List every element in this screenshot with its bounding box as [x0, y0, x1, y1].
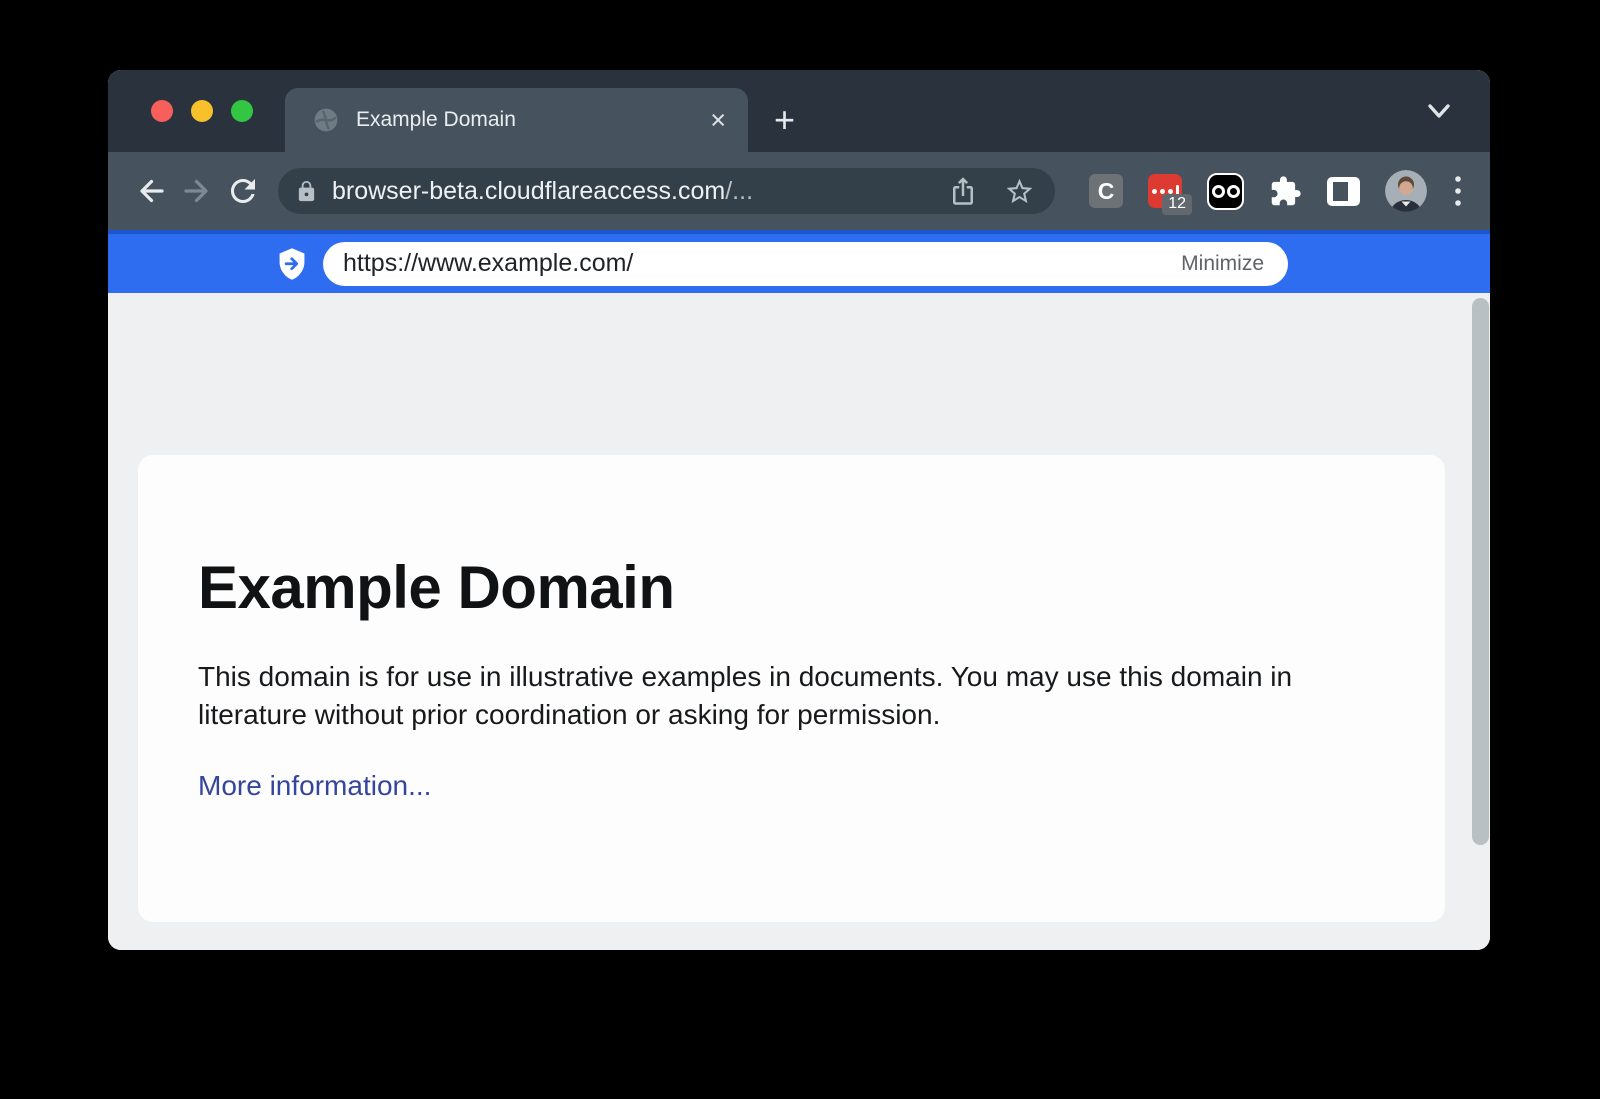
bookmark-star-icon[interactable]: [1004, 176, 1035, 207]
close-window-button[interactable]: [151, 100, 173, 122]
url-text: browser-beta.cloudflareaccess.com/...: [332, 177, 753, 206]
extension-two-circles-icon[interactable]: [1207, 173, 1244, 210]
side-panel-icon[interactable]: [1327, 177, 1360, 206]
browser-window: Example Domain × +: [108, 70, 1490, 950]
remote-isolation-bar: https://www.example.com/ Minimize: [108, 230, 1490, 293]
traffic-lights: [151, 70, 253, 152]
lock-icon[interactable]: [295, 180, 318, 203]
vertical-scrollbar[interactable]: [1472, 298, 1489, 845]
new-tab-button[interactable]: +: [766, 88, 803, 152]
toolbar: browser-beta.cloudflareaccess.com/... C …: [108, 152, 1490, 230]
extension-badge: 12: [1162, 194, 1192, 215]
tab-close-icon[interactable]: ×: [708, 107, 728, 134]
tab-bar: Example Domain × +: [108, 70, 1490, 152]
page-title: Example Domain: [198, 553, 1365, 622]
extension-red-dots-icon[interactable]: 12: [1148, 174, 1182, 208]
tab-title: Example Domain: [356, 108, 708, 132]
chevron-down-icon[interactable]: [1422, 98, 1456, 124]
extension-c-icon[interactable]: C: [1089, 174, 1123, 208]
reload-icon[interactable]: [220, 168, 266, 214]
globe-favicon-icon: [313, 107, 339, 133]
page-viewport: Example Domain This domain is for use in…: [108, 293, 1490, 950]
remote-address-bar[interactable]: https://www.example.com/ Minimize: [323, 242, 1288, 286]
share-icon[interactable]: [948, 176, 978, 206]
browser-menu-icon[interactable]: [1452, 172, 1464, 210]
remote-url-text: https://www.example.com/: [343, 249, 633, 278]
page-body-text: This domain is for use in illustrative e…: [198, 658, 1308, 734]
example-domain-card: Example Domain This domain is for use in…: [138, 455, 1445, 922]
minimize-window-button[interactable]: [191, 100, 213, 122]
profile-avatar[interactable]: [1385, 170, 1427, 212]
address-bar[interactable]: browser-beta.cloudflareaccess.com/...: [278, 168, 1055, 214]
extensions-puzzle-icon[interactable]: [1269, 175, 1302, 208]
forward-icon[interactable]: [174, 168, 220, 214]
zoom-window-button[interactable]: [231, 100, 253, 122]
more-information-link[interactable]: More information...: [198, 770, 431, 801]
extension-area: C 12: [1089, 170, 1464, 212]
minimize-button[interactable]: Minimize: [1181, 252, 1264, 276]
tab-example-domain[interactable]: Example Domain ×: [285, 88, 748, 152]
back-icon[interactable]: [128, 168, 174, 214]
shield-arrow-icon: [276, 247, 308, 281]
